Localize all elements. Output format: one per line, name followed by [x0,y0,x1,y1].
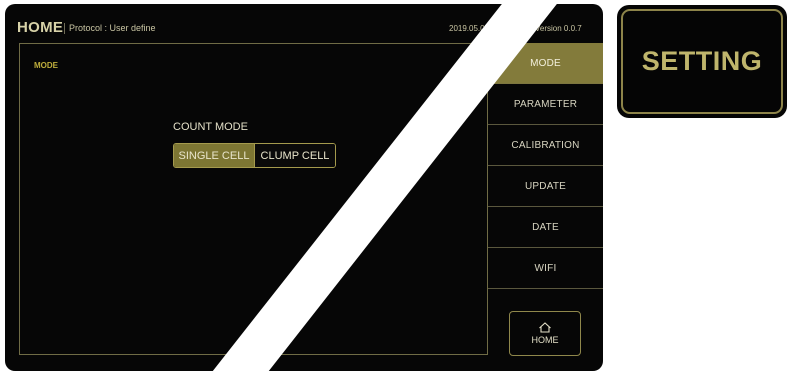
single-cell-button[interactable]: SINGLE CELL [174,144,255,167]
menu-item-wifi[interactable]: WIFI [488,248,603,289]
top-bar: HOME Protocol : User define 2019.05.07 1… [5,4,603,42]
clump-cell-button[interactable]: CLUMP CELL [255,144,335,167]
content-panel: MODE COUNT MODE SINGLE CELL CLUMP CELL [19,43,488,355]
datetime-text: 2019.05.07 14:26:30 [449,24,523,33]
header-divider [64,23,65,34]
menu-item-calibration[interactable]: CALIBRATION [488,125,603,166]
home-button[interactable]: HOME [509,311,581,356]
device-screen: HOME Protocol : User define 2019.05.07 1… [5,4,603,371]
menu-item-update[interactable]: UPDATE [488,166,603,207]
home-title-link[interactable]: HOME [17,19,63,36]
menu-item-parameter[interactable]: PARAMETER [488,84,603,125]
count-mode-label: COUNT MODE [173,121,248,133]
menu-item-date[interactable]: DATE [488,207,603,248]
section-label: MODE [34,61,58,70]
count-mode-selector: SINGLE CELL CLUMP CELL [173,143,336,168]
setting-badge: SETTING [617,5,787,118]
header-divider-2 [531,24,532,34]
protocol-text: Protocol : User define [69,23,156,33]
menu-item-mode[interactable]: MODE [488,43,603,84]
version-text: Version 0.0.7 [535,24,582,33]
setting-label: SETTING [641,46,763,76]
setting-badge-frame: SETTING [621,9,783,114]
home-icon [539,322,551,333]
home-button-label: HOME [531,335,559,345]
